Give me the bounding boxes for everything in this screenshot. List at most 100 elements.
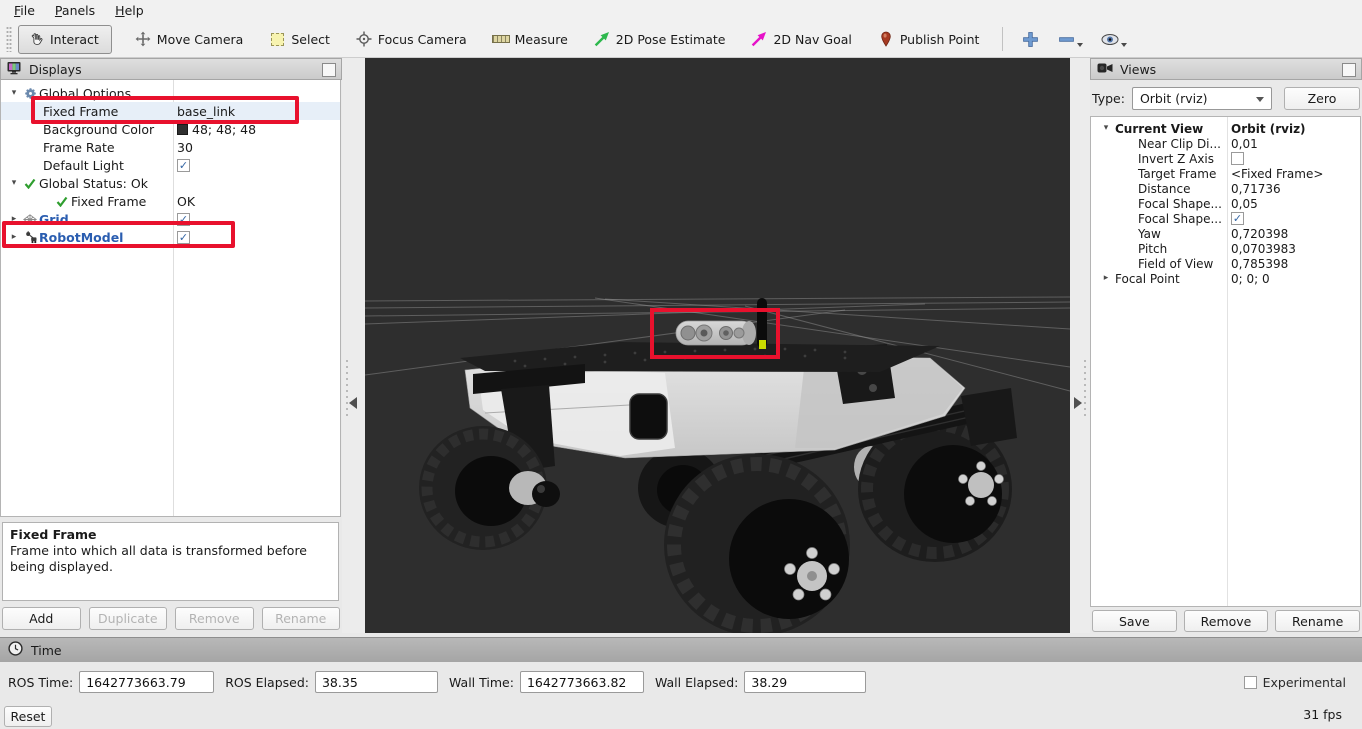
- menu-file[interactable]: File: [4, 1, 45, 20]
- near-clip-value[interactable]: 0,01: [1231, 137, 1258, 151]
- expander-icon[interactable]: ▾: [7, 84, 21, 102]
- 3d-viewport[interactable]: [365, 58, 1070, 633]
- field-of-view-value[interactable]: 0,785398: [1231, 257, 1288, 271]
- green-arrow-icon: [593, 31, 611, 48]
- save-view-button[interactable]: Save: [1092, 610, 1177, 632]
- rename-view-button[interactable]: Rename: [1275, 610, 1360, 632]
- tool-interact[interactable]: Interact: [18, 25, 112, 54]
- view-row-yaw[interactable]: Yaw 0,720398: [1091, 226, 1360, 241]
- ros-time-input[interactable]: [79, 671, 214, 693]
- remove-tool-button[interactable]: [1051, 27, 1089, 52]
- remove-display-button[interactable]: Remove: [175, 607, 254, 630]
- view-row-invert-z[interactable]: Invert Z Axis: [1091, 151, 1360, 166]
- grid-icon: [21, 214, 39, 225]
- fixed-frame-value[interactable]: base_link: [177, 104, 235, 119]
- expander-icon[interactable]: ▾: [1097, 121, 1115, 136]
- background-color-value[interactable]: 48; 48; 48: [177, 122, 256, 137]
- tool-2d-pose-estimate[interactable]: 2D Pose Estimate: [585, 26, 734, 53]
- wall-time-field: Wall Time:: [449, 671, 644, 693]
- right-splitter[interactable]: [1070, 58, 1090, 633]
- chevron-down-icon: [1077, 43, 1083, 47]
- view-type-dropdown[interactable]: Orbit (rviz): [1132, 87, 1272, 110]
- wall-elapsed-input[interactable]: [744, 671, 866, 693]
- tool-move-camera[interactable]: Move Camera: [126, 26, 252, 53]
- default-light-checkbox[interactable]: ✓: [177, 159, 190, 172]
- view-row-field-of-view[interactable]: Field of View 0,785398: [1091, 256, 1360, 271]
- zero-button[interactable]: Zero: [1284, 87, 1360, 110]
- reset-button[interactable]: Reset: [4, 706, 52, 727]
- rename-display-button[interactable]: Rename: [262, 607, 341, 630]
- panel-float-button[interactable]: [1342, 63, 1356, 77]
- tool-publish-point[interactable]: Publish Point: [869, 26, 988, 53]
- view-row-current-view[interactable]: ▾ Current View Orbit (rviz): [1091, 121, 1360, 136]
- display-row-background-color[interactable]: Background Color 48; 48; 48: [1, 120, 340, 138]
- time-panel: Time ROS Time: ROS Elapsed: Wall Time: W…: [0, 637, 1362, 729]
- tool-focus-camera[interactable]: Focus Camera: [347, 26, 475, 53]
- views-panel-header[interactable]: Views: [1090, 58, 1362, 80]
- view-row-focal-shape-fixed[interactable]: Focal Shape... ✓: [1091, 211, 1360, 226]
- views-tree: ▾ Current View Orbit (rviz) Near Clip Di…: [1090, 116, 1361, 607]
- collapse-right-icon[interactable]: [1074, 397, 1082, 409]
- view-row-near-clip[interactable]: Near Clip Di... 0,01: [1091, 136, 1360, 151]
- invert-z-checkbox[interactable]: [1231, 152, 1244, 165]
- menu-bar: File Panels Help: [0, 0, 1362, 21]
- focal-shape-checkbox[interactable]: ✓: [1231, 212, 1244, 225]
- pitch-value[interactable]: 0,0703983: [1231, 242, 1296, 256]
- view-row-target-frame[interactable]: Target Frame <Fixed Frame>: [1091, 166, 1360, 181]
- distance-value[interactable]: 0,71736: [1231, 182, 1281, 196]
- help-title: Fixed Frame: [10, 527, 331, 543]
- menu-panels[interactable]: Panels: [45, 1, 105, 20]
- duplicate-button[interactable]: Duplicate: [89, 607, 168, 630]
- displays-buttons: Add Duplicate Remove Rename: [2, 607, 340, 630]
- toolbar-drag-handle[interactable]: [6, 26, 12, 52]
- focal-point-value[interactable]: 0; 0; 0: [1231, 272, 1270, 286]
- display-row-grid[interactable]: ▸ Grid ✓: [1, 210, 340, 228]
- view-type-row: Type: Orbit (rviz) Zero: [1092, 86, 1360, 110]
- frame-rate-value[interactable]: 30: [177, 140, 193, 155]
- expander-icon[interactable]: ▸: [7, 228, 21, 246]
- view-row-focal-shape-size[interactable]: Focal Shape... 0,05: [1091, 196, 1360, 211]
- menu-help[interactable]: Help: [105, 1, 154, 20]
- display-row-global-status[interactable]: ▾ Global Status: Ok: [1, 174, 340, 192]
- tool-select[interactable]: Select: [260, 26, 338, 53]
- remove-view-button[interactable]: Remove: [1184, 610, 1269, 632]
- robotmodel-enabled-checkbox[interactable]: ✓: [177, 231, 190, 244]
- target-frame-value[interactable]: <Fixed Frame>: [1231, 167, 1323, 181]
- tool-measure[interactable]: Measure: [484, 26, 576, 53]
- wall-time-input[interactable]: [520, 671, 644, 693]
- left-splitter[interactable]: [342, 58, 365, 633]
- tool-2d-nav-goal[interactable]: 2D Nav Goal: [742, 26, 859, 53]
- tool-visibility-button[interactable]: [1095, 27, 1133, 52]
- displays-panel: Displays ▾ Global Options Fixed Frame ba…: [0, 58, 342, 633]
- view-row-focal-point[interactable]: ▸ Focal Point 0; 0; 0: [1091, 271, 1360, 286]
- display-row-frame-rate[interactable]: Frame Rate 30: [1, 138, 340, 156]
- focal-shape-size-value[interactable]: 0,05: [1231, 197, 1258, 211]
- fps-counter: 31 fps: [1303, 707, 1342, 722]
- collapse-left-icon[interactable]: [349, 397, 357, 409]
- display-row-global-options[interactable]: ▾ Global Options: [1, 84, 340, 102]
- expander-icon[interactable]: ▾: [7, 174, 21, 192]
- eye-icon: [1101, 31, 1119, 48]
- yaw-value[interactable]: 0,720398: [1231, 227, 1288, 241]
- panel-float-button[interactable]: [322, 63, 336, 77]
- add-tool-button[interactable]: [1015, 27, 1045, 52]
- time-panel-header[interactable]: Time: [0, 637, 1362, 662]
- displays-icon: [7, 61, 22, 78]
- views-buttons: Save Remove Rename: [1092, 610, 1360, 632]
- view-row-distance[interactable]: Distance 0,71736: [1091, 181, 1360, 196]
- expander-icon[interactable]: ▸: [7, 210, 21, 228]
- add-button[interactable]: Add: [2, 607, 81, 630]
- experimental-checkbox[interactable]: [1244, 676, 1257, 689]
- type-label: Type:: [1092, 91, 1125, 106]
- grid-enabled-checkbox[interactable]: ✓: [177, 213, 190, 226]
- display-row-fixed-frame-status[interactable]: Fixed Frame OK: [1, 192, 340, 210]
- display-row-robotmodel[interactable]: ▸ RobotModel ✓: [1, 228, 340, 246]
- displays-panel-header[interactable]: Displays: [0, 58, 342, 80]
- display-row-default-light[interactable]: Default Light ✓: [1, 156, 340, 174]
- view-row-pitch[interactable]: Pitch 0,0703983: [1091, 241, 1360, 256]
- display-row-fixed-frame[interactable]: Fixed Frame base_link: [1, 102, 340, 120]
- expander-icon[interactable]: ▸: [1097, 271, 1115, 286]
- experimental-toggle[interactable]: Experimental: [1244, 675, 1346, 690]
- plus-icon: [1021, 31, 1039, 48]
- ros-elapsed-input[interactable]: [315, 671, 438, 693]
